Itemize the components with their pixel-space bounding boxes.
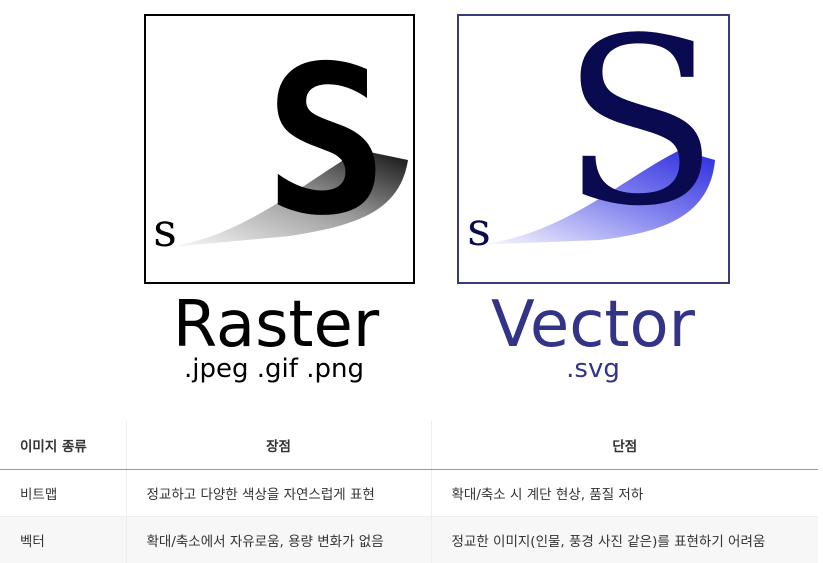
header-cons: 단점 [431,421,818,470]
cell-pros: 정교하고 다양한 색상을 자연스럽게 표현 [126,470,431,517]
cell-cons: 확대/축소 시 계단 현상, 품질 저하 [431,470,818,517]
cell-cons: 정교한 이미지(인물, 풍경 사진 같은)를 표현하기 어려움 [431,517,818,563]
cell-pros: 확대/축소에서 자유로움, 용량 변화가 없음 [126,517,431,563]
vector-formats: .svg [566,354,620,384]
vector-title: Vector [491,288,696,362]
vector-small-letter: s [467,202,491,256]
raster-big-letter: S [264,23,387,261]
vector-big-letter: S [561,0,719,257]
comparison-table: 이미지 종류 장점 단점 비트맵 정교하고 다양한 색상을 자연스럽게 표현 확… [0,421,818,563]
cell-type: 비트맵 [0,470,126,517]
comparison-table-wrapper: 이미지 종류 장점 단점 비트맵 정교하고 다양한 색상을 자연스럽게 표현 확… [0,421,818,563]
raster-vector-figure: S s S s Raster .jpeg .gif .png Vector .s… [0,0,823,400]
raster-small-letter: s [153,203,177,257]
cell-type: 벡터 [0,517,126,563]
vector-panel: S s [458,0,729,283]
raster-formats: .jpeg .gif .png [184,354,364,384]
table-header-row: 이미지 종류 장점 단점 [0,421,818,470]
table-row: 비트맵 정교하고 다양한 색상을 자연스럽게 표현 확대/축소 시 계단 현상,… [0,470,818,517]
table-row: 벡터 확대/축소에서 자유로움, 용량 변화가 없음 정교한 이미지(인물, 풍… [0,517,818,563]
raster-title: Raster [173,288,380,362]
header-pros: 장점 [126,421,431,470]
header-image-type: 이미지 종류 [0,421,126,470]
raster-panel: S s [145,15,414,283]
